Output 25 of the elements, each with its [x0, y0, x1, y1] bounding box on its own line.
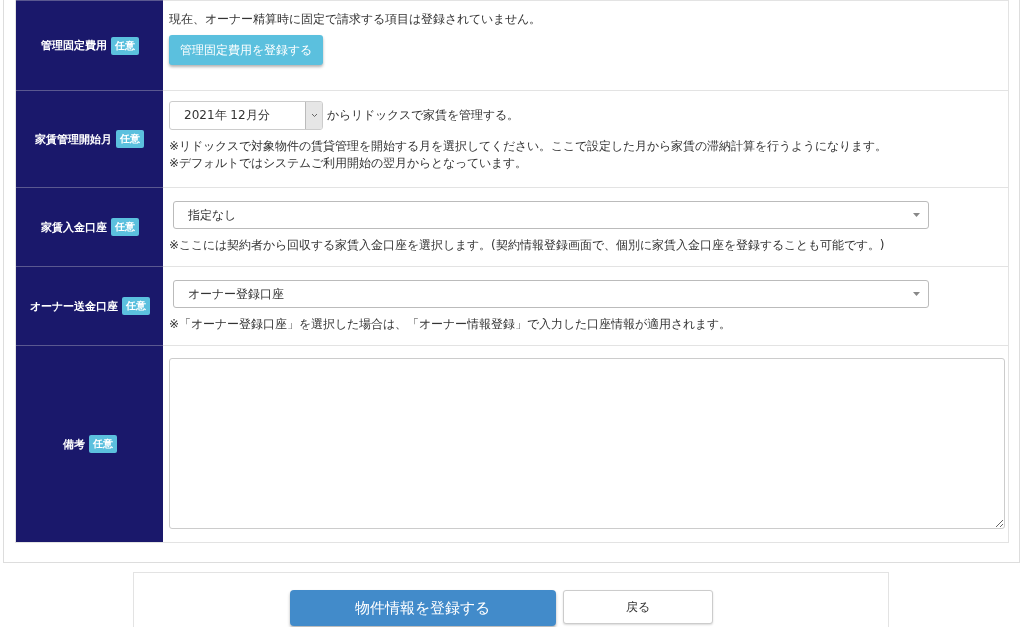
optional-badge: 任意	[116, 130, 144, 148]
optional-badge: 任意	[110, 218, 139, 236]
dropdown-caret-icon	[913, 292, 920, 296]
optional-badge: 任意	[121, 297, 150, 315]
help-note: ※デフォルトではシステムご利用開始の翌月からとなっています。	[169, 155, 528, 172]
row-label: 管理固定費用	[40, 38, 107, 53]
month-suffix-text: からリドックスで家賃を管理する。	[327, 107, 519, 124]
dropdown-caret-icon	[913, 213, 920, 217]
month-select[interactable]: 2021年 12月分	[169, 101, 323, 130]
back-button[interactable]: 戻る	[562, 590, 713, 624]
optional-badge: 任意	[110, 36, 139, 55]
row-label: オーナー送金口座	[29, 298, 118, 314]
help-note: ※「オーナー登録口座」を選択した場合は、「オーナー情報登録」で入力した口座情報が適用されます。	[169, 316, 732, 333]
remarks-textarea[interactable]	[169, 358, 1005, 529]
optional-badge: 任意	[88, 435, 117, 453]
help-note: ※リドックスで対象物件の賃貸管理を開始する月を選択してください。ここで設定した月から家賃の滞納計算を行うようになります。	[169, 138, 888, 155]
chevron-down-icon	[310, 113, 318, 118]
row-label: 備考	[62, 436, 85, 452]
help-note: ※ここには契約者から回収する家賃入金口座を選択します。(契約情報登録画面で、個別に家賃入金口座を登録することも可能です。)	[169, 237, 885, 254]
account-select[interactable]: 指定なし	[173, 201, 929, 229]
row-label: 家賃管理開始月	[35, 131, 112, 147]
account-select[interactable]: オーナー登録口座	[173, 280, 929, 308]
submit-button[interactable]: 物件情報を登録する	[289, 590, 556, 626]
info-text: 現在、オーナー精算時に固定で請求する項目は登録されていません。	[169, 11, 541, 28]
row-label: 家賃入金口座	[40, 219, 107, 235]
